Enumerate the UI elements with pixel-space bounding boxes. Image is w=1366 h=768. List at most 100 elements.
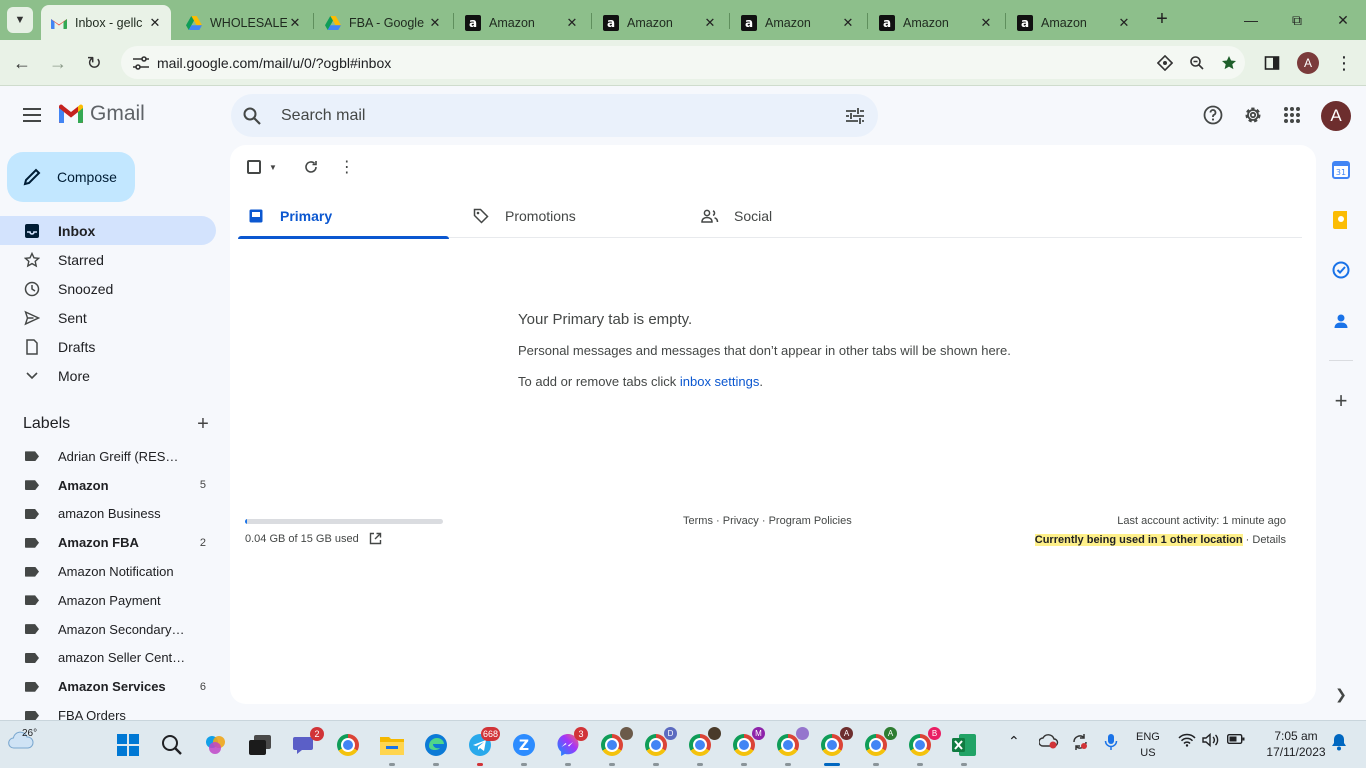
close-tab-icon[interactable]: ✕ <box>427 15 443 31</box>
file-explorer-icon[interactable] <box>379 732 405 758</box>
settings-gear-icon[interactable] <box>1239 101 1267 129</box>
close-window-icon[interactable]: ✕ <box>1331 8 1355 32</box>
chrome-profile-icon[interactable] <box>599 727 633 758</box>
microphone-icon[interactable] <box>1104 733 1118 754</box>
system-clock[interactable]: 7:05 am 17/11/2023 <box>1256 728 1336 760</box>
get-addons-plus-icon[interactable]: + <box>1331 388 1351 413</box>
label-item[interactable]: amazon Seller Central <box>0 644 216 673</box>
nav-item-sent[interactable]: Sent <box>0 303 216 332</box>
edge-icon[interactable] <box>423 732 449 758</box>
search-icon[interactable] <box>159 732 185 758</box>
select-all-checkbox[interactable] <box>247 160 261 174</box>
browser-tab[interactable]: WHOLESALE ✕ <box>176 5 311 40</box>
label-item[interactable]: Amazon FBA 2 <box>0 528 216 557</box>
close-tab-icon[interactable]: ✕ <box>702 15 718 31</box>
nav-item-more[interactable]: More <box>0 361 216 390</box>
chrome-profile-icon[interactable] <box>775 727 809 758</box>
calendar-icon[interactable]: 31 <box>1331 160 1351 180</box>
bookmark-star-icon[interactable] <box>1213 46 1245 79</box>
browser-tab[interactable]: a Amazon ✕ <box>869 5 1002 40</box>
browser-tab[interactable]: FBA - Google ✕ <box>315 5 451 40</box>
refresh-icon[interactable] <box>301 157 321 177</box>
new-tab-icon[interactable]: + <box>1150 8 1174 32</box>
chrome-icon[interactable] <box>335 732 361 758</box>
chrome-profile-icon[interactable]: B <box>907 727 941 758</box>
expand-side-panel-chevron-icon[interactable]: ❯ <box>1331 684 1351 704</box>
browser-menu-icon[interactable]: ⋮ <box>1329 48 1359 78</box>
onedrive-icon[interactable] <box>1038 733 1059 752</box>
nav-item-drafts[interactable]: Drafts <box>0 332 216 361</box>
weather-widget[interactable]: 26° <box>8 728 37 755</box>
task-view-icon[interactable] <box>247 732 273 758</box>
program-policies-link[interactable]: Program Policies <box>769 515 852 527</box>
nav-item-starred[interactable]: Starred <box>0 245 216 274</box>
address-bar[interactable]: mail.google.com/mail/u/0/?ogbl#inbox <box>121 46 1245 79</box>
main-menu-icon[interactable] <box>18 101 46 129</box>
nav-item-inbox[interactable]: Inbox <box>0 216 216 245</box>
close-tab-icon[interactable]: ✕ <box>978 15 994 31</box>
side-panel-icon[interactable] <box>1257 48 1287 78</box>
browser-tab[interactable]: a Amazon ✕ <box>455 5 588 40</box>
battery-icon[interactable] <box>1226 733 1245 748</box>
restore-icon[interactable]: ⧉ <box>1285 8 1309 32</box>
label-item[interactable]: amazon Business <box>0 500 216 529</box>
compose-button[interactable]: Compose <box>7 152 135 202</box>
contacts-icon[interactable] <box>1331 311 1351 331</box>
close-tab-icon[interactable]: ✕ <box>147 15 163 31</box>
url-text[interactable]: mail.google.com/mail/u/0/?ogbl#inbox <box>157 55 1149 71</box>
chrome-profile-icon[interactable]: A <box>819 727 853 758</box>
chrome-profile-icon[interactable] <box>687 727 721 758</box>
show-hidden-icons-chevron-icon[interactable]: ⌃ <box>1008 733 1020 750</box>
close-tab-icon[interactable]: ✕ <box>564 15 580 31</box>
browser-tab[interactable]: a Amazon ✕ <box>593 5 726 40</box>
volume-icon[interactable] <box>1202 732 1220 750</box>
browser-tab[interactable]: a Amazon ✕ <box>1007 5 1140 40</box>
search-bar[interactable] <box>231 94 878 137</box>
start-icon[interactable] <box>115 732 141 758</box>
messenger-icon[interactable]: 3 <box>555 727 588 758</box>
forward-icon[interactable]: → <box>45 50 71 76</box>
account-avatar[interactable]: A <box>1321 101 1351 131</box>
activity-details-link[interactable]: Details <box>1252 534 1286 546</box>
label-item[interactable]: Amazon Secondary Invit... <box>0 615 216 644</box>
close-tab-icon[interactable]: ✕ <box>287 15 303 31</box>
label-item[interactable]: Amazon Payment <box>0 586 216 615</box>
copilot-icon[interactable] <box>203 732 229 758</box>
zoom-app-icon[interactable]: Z <box>511 732 537 758</box>
privacy-link[interactable]: Privacy <box>723 515 759 527</box>
profile-avatar[interactable]: A <box>1293 48 1323 78</box>
close-tab-icon[interactable]: ✕ <box>840 15 856 31</box>
search-icon[interactable] <box>243 107 263 125</box>
telegram-icon[interactable]: 668 <box>467 727 500 758</box>
label-item[interactable]: Amazon Services 6 <box>0 672 216 701</box>
tab-search-chevron-icon[interactable]: ▼ <box>7 7 33 33</box>
search-options-icon[interactable] <box>846 107 864 124</box>
back-icon[interactable]: ← <box>9 50 35 76</box>
tab-primary[interactable]: Primary <box>238 193 449 239</box>
close-tab-icon[interactable]: ✕ <box>1116 15 1132 31</box>
sync-icon[interactable] <box>1071 733 1089 754</box>
help-icon[interactable] <box>1199 101 1227 129</box>
gmail-logo[interactable]: Gmail <box>57 102 145 126</box>
nav-item-snoozed[interactable]: Snoozed <box>0 274 216 303</box>
chrome-profile-icon[interactable]: A <box>863 727 897 758</box>
inbox-settings-link[interactable]: inbox settings <box>680 374 760 389</box>
browser-tab[interactable]: a Amazon ✕ <box>731 5 864 40</box>
open-in-new-icon[interactable] <box>369 532 382 545</box>
notifications-bell-icon[interactable] <box>1331 733 1347 754</box>
chrome-profile-icon[interactable]: M <box>731 727 765 758</box>
tasks-icon[interactable] <box>1331 260 1351 280</box>
reload-icon[interactable]: ↻ <box>81 50 107 76</box>
browser-tab[interactable]: Inbox - gellc ✕ <box>41 5 171 40</box>
keep-icon[interactable] <box>1331 210 1351 230</box>
wifi-icon[interactable] <box>1178 733 1196 750</box>
create-label-plus-icon[interactable]: + <box>193 413 213 436</box>
tab-social[interactable]: Social <box>700 193 911 238</box>
tab-promotions[interactable]: Promotions <box>471 193 682 238</box>
zoom-icon[interactable] <box>1181 46 1213 79</box>
select-dropdown-caret-icon[interactable]: ▼ <box>269 163 277 172</box>
google-apps-icon[interactable] <box>1278 101 1306 129</box>
language-indicator[interactable]: ENG US <box>1136 729 1160 761</box>
minimize-icon[interactable]: — <box>1239 8 1263 32</box>
site-settings-icon[interactable] <box>130 52 152 74</box>
